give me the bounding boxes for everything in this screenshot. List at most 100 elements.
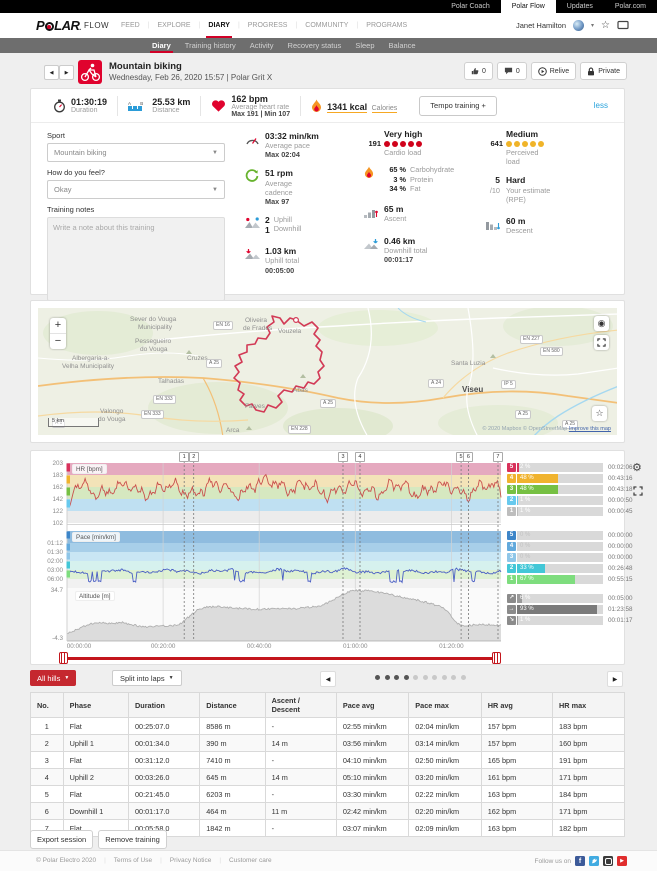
- chart-range-slider[interactable]: [64, 657, 496, 660]
- table-cell: 02:55 min/km: [336, 718, 408, 735]
- table-row[interactable]: 2Uphill 100:01:34.0390 m14 m03:56 min/km…: [31, 735, 625, 752]
- privacy-link[interactable]: Privacy Notice: [170, 857, 212, 864]
- youtube-icon[interactable]: ▶: [617, 856, 627, 866]
- feel-select[interactable]: Okay▼: [47, 180, 225, 199]
- carousel-dot[interactable]: [442, 675, 447, 680]
- sport-select[interactable]: Mountain biking▼: [47, 143, 225, 162]
- remove-training-button[interactable]: Remove training: [98, 830, 167, 849]
- subnav-balance[interactable]: Balance: [382, 38, 423, 53]
- table-row[interactable]: 5Flat00:21:45.06203 m-03:30 min/km02:22 …: [31, 786, 625, 803]
- nav-progress[interactable]: PROGRESS: [240, 13, 296, 38]
- like-button[interactable]: 0: [464, 62, 493, 80]
- carousel-dot[interactable]: [394, 675, 399, 680]
- polar-logo[interactable]: PLAR.: [36, 18, 81, 33]
- facebook-icon[interactable]: f: [575, 856, 585, 866]
- slider-left-handle[interactable]: [59, 652, 68, 664]
- cardio-load-value: 191: [364, 139, 381, 148]
- link-polar-flow[interactable]: Polar Flow: [501, 0, 556, 13]
- nav-programs[interactable]: PROGRAMS: [358, 13, 415, 38]
- favorites-star-icon[interactable]: ☆: [601, 21, 610, 31]
- relive-button[interactable]: Relive: [531, 62, 576, 80]
- lap-marker-4[interactable]: 4: [355, 452, 365, 462]
- carousel-dot[interactable]: [413, 675, 418, 680]
- calories-value[interactable]: 1341 kcal: [327, 102, 367, 114]
- lap-marker-2[interactable]: 2: [189, 452, 199, 462]
- zone-row: 233 %00:26:48: [507, 564, 633, 574]
- nav-community[interactable]: COMMUNITY: [297, 13, 356, 38]
- zoom-out-button[interactable]: −: [50, 334, 66, 349]
- lap-marker-7[interactable]: 7: [493, 452, 503, 462]
- lap-marker-6[interactable]: 6: [463, 452, 473, 462]
- carousel-dot[interactable]: [451, 675, 456, 680]
- twitter-icon[interactable]: [589, 856, 599, 866]
- heart-icon: [211, 99, 226, 113]
- subnav-training-history[interactable]: Training history: [178, 38, 243, 53]
- chart-expand-icon[interactable]: [633, 483, 643, 501]
- carousel-dot[interactable]: [461, 675, 466, 680]
- table-header-hr-avg[interactable]: HR avg: [481, 693, 552, 718]
- subnav-diary[interactable]: Diary: [145, 38, 178, 53]
- table-row[interactable]: 6Downhill 100:01:17.0464 m11 m02:42 min/…: [31, 803, 625, 820]
- customer-care-link[interactable]: Customer care: [229, 857, 272, 864]
- user-menu-caret-icon[interactable]: ▾: [591, 22, 594, 29]
- user-name[interactable]: Janet Hamilton: [516, 21, 566, 30]
- chart-settings-gear-icon[interactable]: ⚙: [632, 461, 642, 474]
- next-session-button[interactable]: ▶: [59, 65, 74, 80]
- table-header-pace-max[interactable]: Pace max: [409, 693, 481, 718]
- table-header-no-[interactable]: No.: [31, 693, 64, 718]
- comment-button[interactable]: 0: [497, 62, 527, 80]
- improve-map-link[interactable]: Improve this map: [569, 426, 611, 432]
- carousel-dot[interactable]: [385, 675, 390, 680]
- less-link[interactable]: less: [594, 101, 608, 110]
- rpe-scale: /10: [486, 186, 500, 195]
- table-header-duration[interactable]: Duration: [128, 693, 199, 718]
- training-notes-input[interactable]: [47, 217, 225, 301]
- table-row[interactable]: 1Flat00:25:07.08586 m-02:55 min/km02:04 …: [31, 718, 625, 735]
- map-compass-icon[interactable]: ◉: [594, 316, 609, 331]
- table-header-phase[interactable]: Phase: [63, 693, 128, 718]
- subnav-sleep[interactable]: Sleep: [348, 38, 381, 53]
- subnav-recovery-status[interactable]: Recovery status: [281, 38, 349, 53]
- map-graphic[interactable]: Sever do Vouga Municipality Pessegueiro …: [38, 308, 617, 435]
- nav-feed[interactable]: FEED: [113, 13, 148, 38]
- split-into-laps-button[interactable]: Split into laps▼: [112, 670, 182, 686]
- calories-label[interactable]: Calories: [372, 105, 398, 114]
- training-benefit-button[interactable]: Tempo training +: [419, 96, 497, 116]
- notifications-icon[interactable]: [617, 20, 629, 31]
- link-polar-coach[interactable]: Polar Coach: [440, 0, 501, 13]
- table-header-pace-avg[interactable]: Pace avg: [336, 693, 408, 718]
- lap-marker-3[interactable]: 3: [338, 452, 348, 462]
- zoom-in-button[interactable]: +: [50, 318, 66, 334]
- prev-session-button[interactable]: ◀: [44, 65, 59, 80]
- privacy-button[interactable]: Private: [580, 62, 627, 80]
- carousel-next-button[interactable]: ▶: [607, 671, 623, 687]
- link-polar-com[interactable]: Polar.com: [604, 0, 657, 13]
- instagram-icon[interactable]: [603, 856, 613, 866]
- table-header-distance[interactable]: Distance: [200, 693, 265, 718]
- table-header-hr-max[interactable]: HR max: [553, 693, 625, 718]
- nav-explore[interactable]: EXPLORE: [150, 13, 199, 38]
- subnav-activity[interactable]: Activity: [243, 38, 281, 53]
- carousel-prev-button[interactable]: ◀: [320, 671, 336, 687]
- terms-link[interactable]: Terms of Use: [114, 857, 152, 864]
- avatar[interactable]: [573, 20, 584, 31]
- table-row[interactable]: 4Uphill 200:03:26.0645 m14 m05:10 min/km…: [31, 769, 625, 786]
- nav-diary[interactable]: DIARY: [200, 13, 238, 38]
- map-favorite-star-button[interactable]: ☆: [592, 406, 607, 421]
- zone-time: 00:00:45: [608, 508, 633, 515]
- carousel-dot[interactable]: [404, 675, 409, 680]
- downhill-total-time: 00:01:17: [384, 255, 427, 264]
- carousel-dot[interactable]: [375, 675, 380, 680]
- hills-filter-button[interactable]: All hills▼: [30, 670, 76, 686]
- table-row[interactable]: 3Flat00:31:12.07410 m-04:10 min/km02:50 …: [31, 752, 625, 769]
- table-header-ascent-descent[interactable]: Ascent / Descent: [265, 693, 336, 718]
- lap-marker-1[interactable]: 1: [179, 452, 189, 462]
- hr-ytick: 183: [33, 472, 63, 479]
- export-session-button[interactable]: Export session: [30, 830, 93, 849]
- carousel-dot[interactable]: [432, 675, 437, 680]
- slider-right-handle[interactable]: [492, 652, 501, 664]
- map-fullscreen-button[interactable]: [594, 335, 609, 350]
- link-updates[interactable]: Updates: [556, 0, 604, 13]
- zone-percent: 6 %: [520, 594, 530, 604]
- carousel-dot[interactable]: [423, 675, 428, 680]
